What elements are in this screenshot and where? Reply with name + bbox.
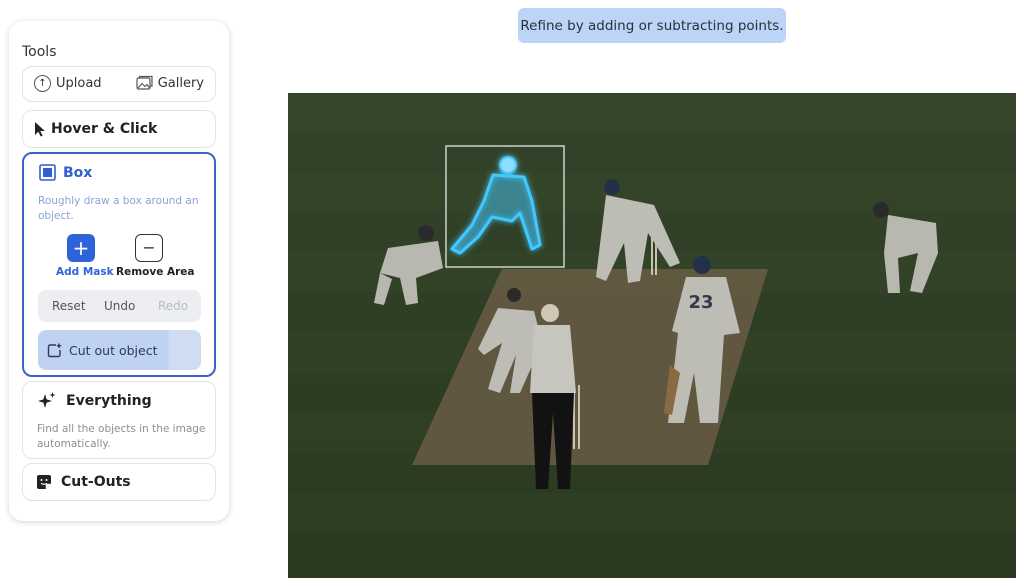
everything-title: Everything <box>66 393 152 409</box>
plus-icon: + <box>72 236 90 260</box>
upload-gallery-row: ↑ Upload Gallery <box>22 66 216 102</box>
redo-button[interactable]: Redo <box>158 299 188 313</box>
edit-actions-bar: Reset Undo Redo <box>38 290 201 322</box>
box-tool[interactable]: Box Roughly draw a box around an object.… <box>22 152 216 377</box>
cut-outs-tool[interactable]: Cut-Outs <box>22 463 216 501</box>
cut-outs-label: Cut-Outs <box>61 474 131 490</box>
sticker-icon <box>37 475 51 489</box>
cursor-icon <box>35 122 45 137</box>
upload-label: Upload <box>56 76 102 91</box>
remove-area-button[interactable]: − <box>135 234 163 262</box>
gallery-button[interactable]: Gallery <box>136 75 204 91</box>
box-description: Roughly draw a box around an object. <box>38 195 199 222</box>
remove-area-label: Remove Area <box>116 266 195 278</box>
upload-button[interactable]: ↑ Upload <box>34 75 102 92</box>
undo-button[interactable]: Undo <box>104 299 135 313</box>
image-canvas[interactable]: 23 <box>288 93 1016 578</box>
jersey-number: 23 <box>688 292 713 313</box>
everything-tool[interactable]: Everything Find all the objects in the i… <box>22 381 216 459</box>
tools-title: Tools <box>22 44 57 60</box>
reset-button[interactable]: Reset <box>52 299 86 313</box>
minus-icon: − <box>142 238 156 257</box>
hover-click-label: Hover & Click <box>51 121 158 137</box>
sparkles-icon <box>38 392 56 408</box>
cut-out-object-label: Cut out object <box>69 342 158 358</box>
cut-out-icon <box>47 343 62 357</box>
gallery-icon <box>136 75 153 90</box>
add-mask-label: Add Mask <box>56 266 114 278</box>
add-mask-button[interactable]: + <box>67 234 95 262</box>
box-title: Box <box>63 165 93 181</box>
cut-out-object-button[interactable]: Cut out object <box>38 330 201 370</box>
upload-arrow-icon: ↑ <box>34 75 51 92</box>
hover-click-tool[interactable]: Hover & Click <box>22 110 216 148</box>
box-icon <box>39 164 56 181</box>
gallery-label: Gallery <box>157 75 204 91</box>
hint-banner: Refine by adding or subtracting points. <box>518 8 786 43</box>
everything-description: Find all the objects in the image automa… <box>37 423 206 450</box>
